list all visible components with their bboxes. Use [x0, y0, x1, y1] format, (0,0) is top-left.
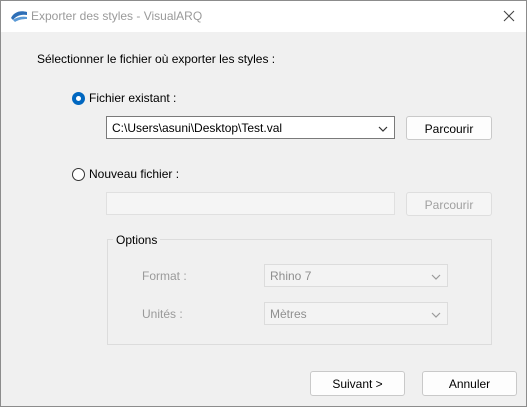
units-label: Unités :: [142, 307, 183, 321]
options-groupbox: [107, 239, 492, 345]
cancel-button-label: Annuler: [448, 377, 491, 391]
existing-file-browse-button[interactable]: Parcourir: [406, 116, 492, 140]
chevron-down-icon: [431, 271, 441, 285]
title-bar: Exporter des styles - VisualARQ: [1, 1, 526, 32]
dialog-window: Exporter des styles - VisualARQ Sélectio…: [0, 0, 527, 407]
units-select[interactable]: Mètres: [264, 302, 448, 325]
existing-file-radio[interactable]: [72, 92, 85, 105]
existing-file-path-combo[interactable]: C:\Users\asuni\Desktop\Test.val: [106, 116, 395, 139]
chevron-down-icon: [378, 123, 388, 137]
existing-file-path-value: C:\Users\asuni\Desktop\Test.val: [112, 121, 283, 135]
format-select[interactable]: Rhino 7: [264, 264, 448, 287]
new-file-radio[interactable]: [72, 168, 85, 181]
existing-file-label[interactable]: Fichier existant :: [89, 91, 176, 105]
visualarq-icon: [10, 9, 28, 23]
new-file-browse-label: Parcourir: [424, 198, 474, 212]
window-title: Exporter des styles - VisualARQ: [31, 9, 203, 23]
next-button-label: Suivant >: [332, 377, 383, 391]
new-file-path-input[interactable]: [106, 192, 395, 215]
instruction-label: Sélectionner le fichier où exporter les …: [37, 52, 276, 66]
new-file-browse-button[interactable]: Parcourir: [406, 192, 492, 216]
new-file-label[interactable]: Nouveau fichier :: [89, 167, 179, 181]
format-value: Rhino 7: [270, 269, 312, 283]
format-label: Format :: [142, 269, 187, 283]
existing-file-browse-label: Parcourir: [424, 122, 474, 136]
next-button[interactable]: Suivant >: [310, 371, 405, 396]
units-value: Mètres: [270, 307, 307, 321]
close-button[interactable]: [492, 1, 526, 32]
chevron-down-icon: [431, 309, 441, 323]
options-title: Options: [113, 233, 161, 247]
cancel-button[interactable]: Annuler: [422, 371, 517, 396]
close-icon: [503, 10, 515, 22]
